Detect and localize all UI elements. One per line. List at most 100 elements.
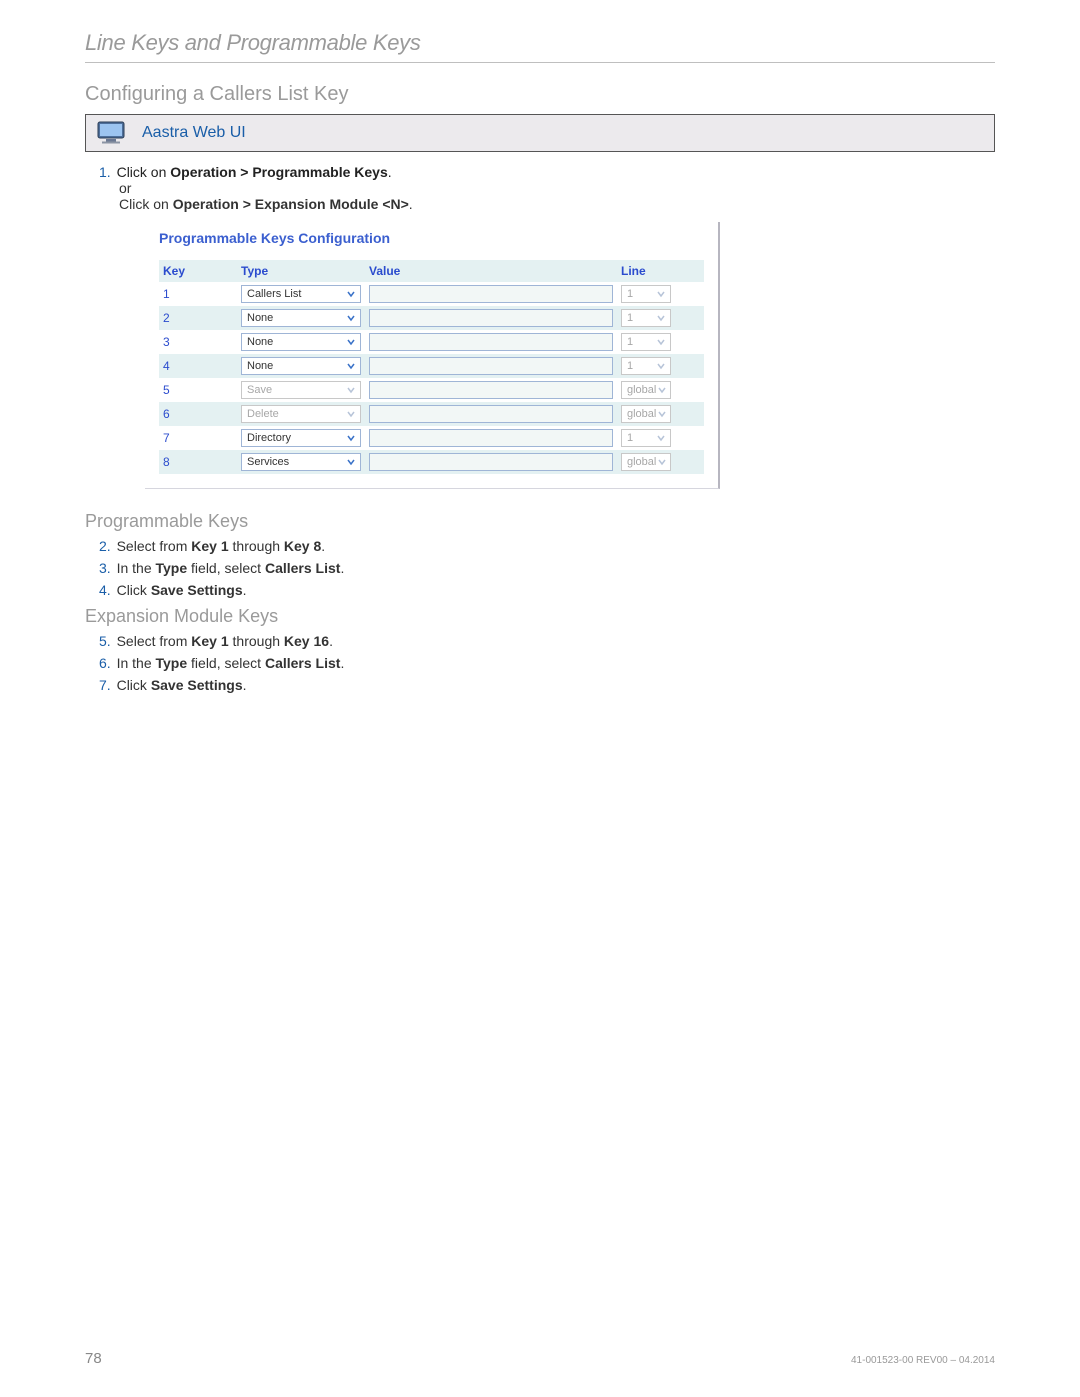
chevron-down-icon: [344, 287, 358, 301]
cell-key: 2: [159, 310, 237, 326]
line-select-value: 1: [627, 432, 633, 444]
step-3-c: field, select: [187, 560, 265, 576]
cell-type: None: [237, 308, 365, 328]
page-header-title: Line Keys and Programmable Keys: [85, 30, 995, 56]
cell-key: 4: [159, 358, 237, 374]
step-3-d: Callers List: [265, 560, 340, 576]
step-6-d: Callers List: [265, 655, 340, 671]
chevron-down-icon: [344, 407, 358, 421]
expansion-keys-heading: Expansion Module Keys: [85, 606, 995, 627]
cell-value: [365, 380, 617, 400]
col-header-key: Key: [159, 260, 237, 282]
type-select[interactable]: None: [241, 309, 361, 327]
col-header-line: Line: [617, 260, 675, 282]
table-row: 4None 1: [159, 354, 704, 378]
line-select-value: 1: [627, 336, 633, 348]
chevron-down-icon: [654, 335, 668, 349]
type-select-value: Save: [247, 384, 272, 396]
type-select[interactable]: None: [241, 333, 361, 351]
cell-key: 1: [159, 286, 237, 302]
type-select[interactable]: Callers List: [241, 285, 361, 303]
line-select: 1: [621, 285, 671, 303]
value-input[interactable]: [369, 381, 613, 399]
cell-line: 1: [617, 284, 675, 304]
config-table: Key Type Value Line 1Callers List12None1…: [159, 260, 704, 474]
type-select[interactable]: Services: [241, 453, 361, 471]
step-3: 3. In the Type field, select Callers Lis…: [99, 560, 995, 576]
cell-value: [365, 332, 617, 352]
type-select-value: Delete: [247, 408, 279, 420]
cell-key: 6: [159, 406, 237, 422]
step-1-alt-b: .: [409, 196, 413, 212]
line-select: global: [621, 381, 671, 399]
step-2-num: 2.: [99, 538, 111, 554]
app-screenshot: Programmable Keys Configuration Key Type…: [145, 222, 720, 489]
step-5: 5. Select from Key 1 through Key 16.: [99, 633, 995, 649]
type-select: Save: [241, 381, 361, 399]
step-4-c: .: [243, 582, 247, 598]
step-1-text-b: .: [388, 164, 392, 180]
line-select: 1: [621, 357, 671, 375]
page-number: 78: [85, 1350, 102, 1367]
cell-value: [365, 284, 617, 304]
step-4-num: 4.: [99, 582, 111, 598]
line-select-value: global: [627, 384, 656, 396]
cell-line: 1: [617, 332, 675, 352]
step-4-a: Click: [117, 582, 151, 598]
chevron-down-icon: [344, 383, 358, 397]
cell-line: global: [617, 380, 675, 400]
step-4-b: Save Settings: [151, 582, 243, 598]
callout-label: Aastra Web UI: [142, 124, 246, 142]
cell-type: Delete: [237, 404, 365, 424]
step-4: 4. Click Save Settings.: [99, 582, 995, 598]
value-input[interactable]: [369, 285, 613, 303]
cell-type: Services: [237, 452, 365, 472]
value-input[interactable]: [369, 429, 613, 447]
cell-value: [365, 404, 617, 424]
step-6: 6. In the Type field, select Callers Lis…: [99, 655, 995, 671]
step-5-b: Key 1: [191, 633, 228, 649]
line-select: 1: [621, 309, 671, 327]
value-input[interactable]: [369, 333, 613, 351]
type-select-value: None: [247, 336, 273, 348]
step-2-c: through: [229, 538, 284, 554]
page-footer: 78 41-001523-00 REV00 – 04.2014: [85, 1350, 995, 1367]
step-3-b: Type: [156, 560, 188, 576]
line-select-value: global: [627, 456, 656, 468]
type-select[interactable]: Directory: [241, 429, 361, 447]
step-6-b: Type: [156, 655, 188, 671]
header-rule: [85, 62, 995, 63]
table-row: 1 Callers List 1: [159, 282, 704, 306]
chevron-down-icon: [656, 455, 668, 469]
cell-key: 8: [159, 454, 237, 470]
cell-value: [365, 308, 617, 328]
programmable-keys-heading: Programmable Keys: [85, 511, 995, 532]
app-title: Programmable Keys Configuration: [159, 230, 704, 246]
section-title: Configuring a Callers List Key: [85, 83, 995, 106]
cell-key: 5: [159, 382, 237, 398]
line-select-value: 1: [627, 312, 633, 324]
line-select: 1: [621, 333, 671, 351]
chevron-down-icon: [344, 359, 358, 373]
step-5-a: Select from: [117, 633, 192, 649]
value-input[interactable]: [369, 405, 613, 423]
value-input[interactable]: [369, 453, 613, 471]
type-select-value: Callers List: [247, 288, 301, 300]
value-input[interactable]: [369, 357, 613, 375]
step-3-e: .: [340, 560, 344, 576]
table-row: 5 Save global: [159, 378, 704, 402]
table-row: 6Deleteglobal: [159, 402, 704, 426]
step-2: 2. Select from Key 1 through Key 8.: [99, 538, 995, 554]
step-1-number: 1.: [99, 164, 111, 180]
value-input[interactable]: [369, 309, 613, 327]
cell-type: Save: [237, 380, 365, 400]
type-select[interactable]: None: [241, 357, 361, 375]
step-1-alt-a: Click on: [119, 196, 173, 212]
doc-id: 41-001523-00 REV00 – 04.2014: [851, 1355, 995, 1366]
cell-value: [365, 428, 617, 448]
step-1-bold-a: Operation > Programmable Keys: [170, 164, 387, 180]
cell-line: global: [617, 452, 675, 472]
line-select: global: [621, 453, 671, 471]
step-5-e: .: [329, 633, 333, 649]
step-6-c: field, select: [187, 655, 265, 671]
